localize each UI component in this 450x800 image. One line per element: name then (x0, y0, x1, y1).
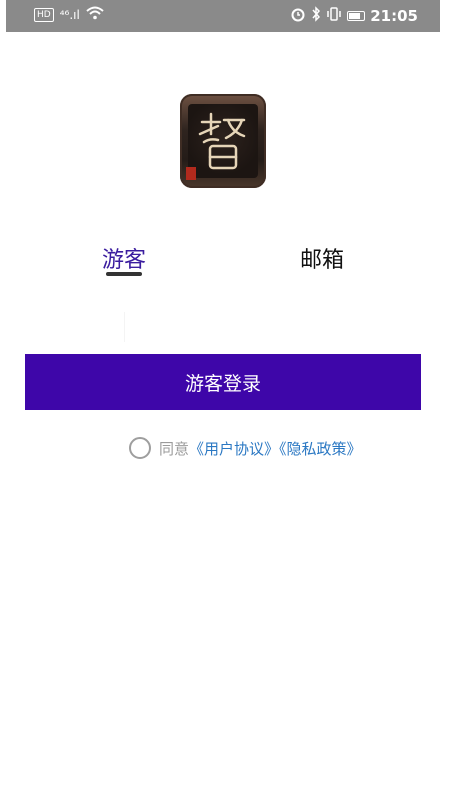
user-agreement-link[interactable]: 《用户协议》 (189, 440, 279, 458)
status-time: 21:05 (370, 7, 418, 25)
vibrate-icon (326, 7, 342, 25)
status-right: 21:05 (290, 6, 418, 26)
app-logo (180, 94, 266, 188)
hd-badge: HD (34, 8, 54, 22)
agreement-row: 同意《用户协议》《隐私政策》 (129, 437, 362, 459)
signal-icon: ⁴⁶.ıl (59, 8, 80, 22)
alarm-icon (290, 6, 306, 26)
tab-active-indicator (106, 272, 142, 276)
bluetooth-icon (311, 6, 321, 26)
guest-login-button[interactable]: 游客登录 (25, 354, 421, 410)
input-caret (124, 312, 125, 342)
agree-prefix: 同意 (159, 439, 190, 458)
tab-guest[interactable]: 游客 (102, 242, 146, 274)
agree-radio-button[interactable] (129, 437, 151, 459)
wifi-icon (86, 6, 104, 24)
logo-glyph-icon (198, 112, 246, 170)
logo-inner (188, 104, 258, 178)
status-bar: HD ⁴⁶.ıl 21:05 (6, 0, 440, 32)
logo-seal-stamp (186, 167, 196, 180)
privacy-policy-link[interactable]: 《隐私政策》 (279, 440, 362, 458)
agreement-text: 同意《用户协议》《隐私政策》 (159, 438, 362, 459)
status-left: HD ⁴⁶.ıl (34, 6, 104, 24)
tab-email[interactable]: 邮箱 (300, 242, 344, 274)
battery-icon (347, 11, 366, 21)
